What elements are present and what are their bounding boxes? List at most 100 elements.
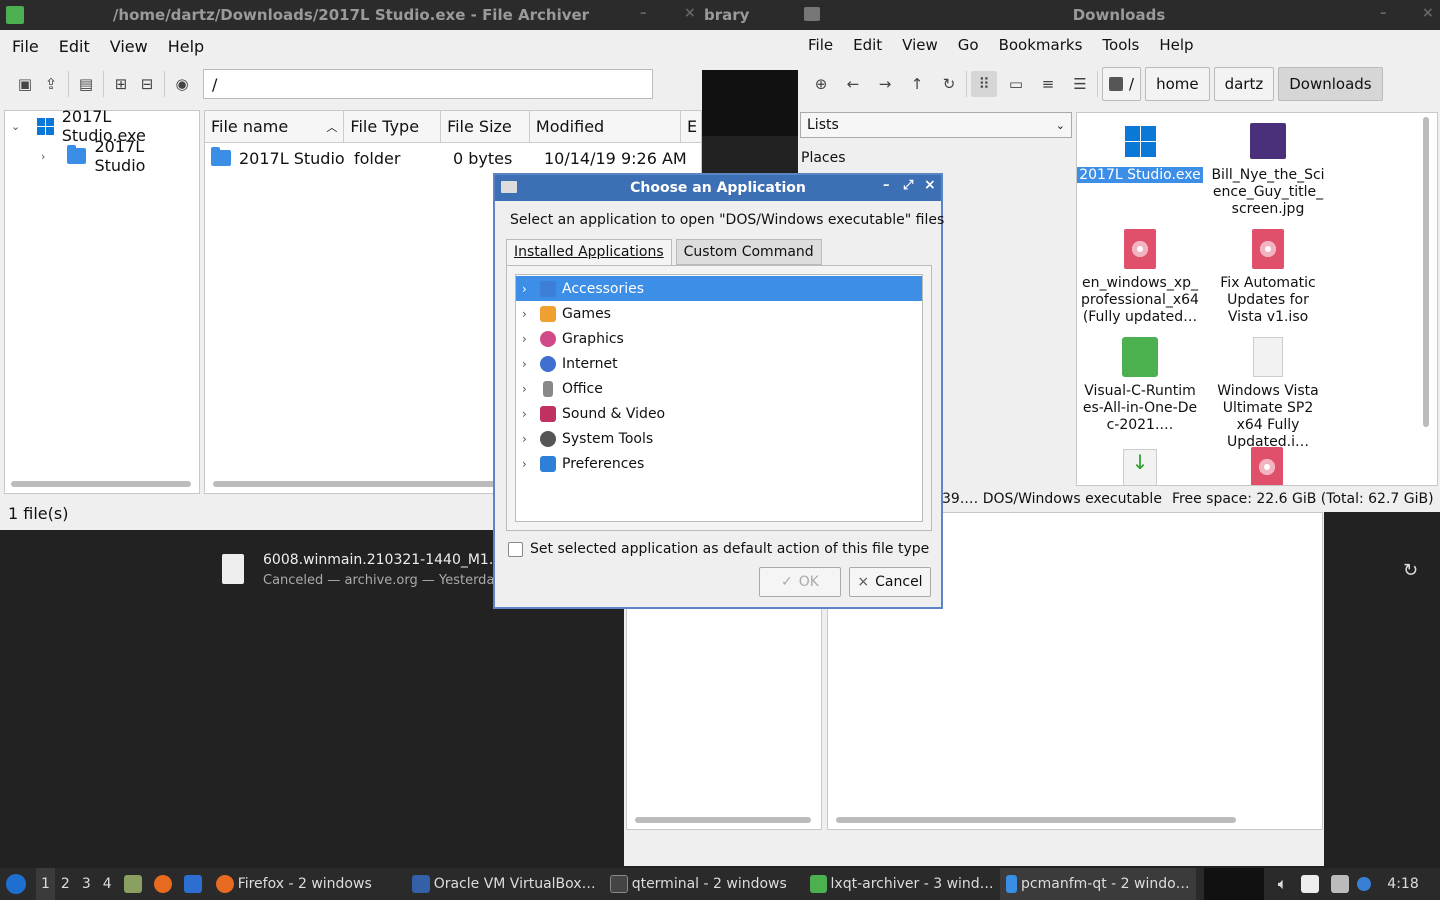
fm-titlebar[interactable]: Downloads – ×: [798, 0, 1440, 30]
ok-button[interactable]: ✓ OK: [759, 567, 841, 597]
icon-view-icon[interactable]: ⠿: [971, 71, 997, 97]
desktop-4[interactable]: 4: [97, 868, 118, 900]
refresh-icon[interactable]: ↻: [1403, 560, 1418, 581]
file-item[interactable]: Windows Vista Ultimate SP2 x64 Fully Upd…: [1205, 337, 1331, 451]
detailed-view-icon[interactable]: ☰: [1067, 71, 1093, 97]
places-label[interactable]: Places: [801, 150, 846, 166]
new-tab-icon[interactable]: ⊕: [808, 71, 834, 97]
menu-help[interactable]: Help: [1149, 36, 1203, 54]
col-modified[interactable]: Modified: [530, 111, 682, 142]
reload-icon[interactable]: ↻: [936, 71, 962, 97]
compact-view-icon[interactable]: ≡: [1035, 71, 1061, 97]
tree-item-system-tools[interactable]: › System Tools: [516, 426, 922, 451]
clock[interactable]: 4:18: [1387, 876, 1418, 892]
forward-icon[interactable]: →: [872, 71, 898, 97]
firefox-launcher-icon[interactable]: [153, 875, 172, 893]
disc-image-icon[interactable]: [1251, 447, 1283, 485]
default-action-checkbox-row[interactable]: Set selected application as default acti…: [508, 541, 929, 557]
path-input[interactable]: /: [203, 69, 653, 99]
close-icon[interactable]: ×: [924, 177, 936, 193]
task-qterminal[interactable]: qterminal - 2 windows: [604, 868, 804, 900]
breadcrumb-root[interactable]: /: [1102, 67, 1142, 101]
menu-file[interactable]: File: [2, 37, 49, 56]
archiver-titlebar[interactable]: /home/dartz/Downloads/2017L Studio.exe -…: [0, 0, 702, 30]
file-manager-launcher-icon[interactable]: [123, 875, 142, 893]
tree-item-preferences[interactable]: › Preferences: [516, 451, 922, 476]
dialog-titlebar[interactable]: Choose an Application – ⤢ ×: [495, 175, 941, 201]
minimize-icon[interactable]: –: [640, 6, 647, 21]
download-file-icon[interactable]: ↓: [1123, 449, 1157, 485]
maximize-icon[interactable]: ⤢: [903, 178, 913, 193]
menu-help[interactable]: Help: [158, 37, 214, 56]
task-lxqt-archiver[interactable]: lxqt-archiver - 3 wind…: [804, 868, 1000, 900]
desktop-launcher-icon[interactable]: [183, 875, 202, 893]
menu-edit[interactable]: Edit: [843, 36, 892, 54]
task-virtualbox[interactable]: Oracle VM VirtualBox…: [406, 868, 604, 900]
filelist-scrollbar[interactable]: [213, 481, 503, 487]
chevron-right-icon[interactable]: ›: [41, 150, 67, 163]
file-item[interactable]: Bill_Nye_the_Science_Guy_title_screen.jp…: [1205, 121, 1331, 218]
thumbnail-view-icon[interactable]: ▭: [1003, 71, 1029, 97]
breadcrumb-downloads[interactable]: Downloads: [1278, 67, 1383, 101]
scrollbar[interactable]: [635, 817, 811, 823]
download-name[interactable]: 6008.winmain.210321-1440_M1.is: [263, 552, 495, 568]
extract-icon[interactable]: ⇪: [38, 71, 64, 97]
close-icon[interactable]: ×: [1422, 5, 1434, 21]
minimize-icon[interactable]: –: [883, 178, 890, 193]
file-item[interactable]: Fix Automatic Updates for Vista v1.iso: [1205, 229, 1331, 326]
col-file-name[interactable]: File name ︿: [205, 111, 345, 142]
tree-scrollbar[interactable]: [11, 481, 191, 487]
scrollbar[interactable]: [836, 817, 1236, 823]
stop-icon[interactable]: ◉: [169, 71, 195, 97]
menu-file[interactable]: File: [798, 36, 843, 54]
file-item[interactable]: 2017L Studio.exe: [1077, 121, 1203, 184]
cancel-button[interactable]: × Cancel: [849, 567, 931, 597]
archive-icon[interactable]: ▤: [73, 71, 99, 97]
table-row[interactable]: 2017L Studio folder 0 bytes 10/14/19 9:2…: [205, 143, 701, 173]
menu-tools[interactable]: Tools: [1092, 36, 1149, 54]
add-files-icon[interactable]: ⊞: [108, 71, 134, 97]
tree-item-games[interactable]: › Games: [516, 301, 922, 326]
chevron-down-icon[interactable]: ⌄: [11, 120, 37, 133]
breadcrumb-home[interactable]: home: [1145, 67, 1210, 101]
col-file-type[interactable]: File Type: [344, 111, 442, 142]
col-file-size[interactable]: File Size: [441, 111, 530, 142]
add-folder-icon[interactable]: ⊟: [134, 71, 160, 97]
menu-bookmarks[interactable]: Bookmarks: [989, 36, 1093, 54]
tree-child[interactable]: › 2017L Studio: [5, 137, 199, 175]
desktop-2[interactable]: 2: [55, 868, 76, 900]
menu-go[interactable]: Go: [948, 36, 989, 54]
file-item[interactable]: Visual-C-Runtimes-All-in-One-Dec-2021.…: [1077, 337, 1203, 434]
breadcrumb-dartz[interactable]: dartz: [1213, 67, 1275, 101]
close-icon[interactable]: ×: [684, 5, 696, 21]
up-icon[interactable]: ↑: [904, 71, 930, 97]
tree-item-sound-video[interactable]: › Sound & Video: [516, 401, 922, 426]
back-icon[interactable]: ←: [840, 71, 866, 97]
task-pcmanfm-qt[interactable]: pcmanfm-qt - 2 windo…: [999, 868, 1196, 900]
menu-view[interactable]: View: [892, 36, 948, 54]
default-action-checkbox[interactable]: [508, 541, 523, 557]
tree-item-internet[interactable]: › Internet: [516, 351, 922, 376]
side-pane-select[interactable]: Lists ⌄: [800, 112, 1072, 138]
minimize-icon[interactable]: –: [1380, 6, 1387, 21]
tree-item-accessories[interactable]: › Accessories: [516, 276, 922, 301]
tab-custom-command[interactable]: Custom Command: [675, 239, 822, 265]
new-archive-icon[interactable]: ▣: [12, 71, 38, 97]
tree-item-graphics[interactable]: › Graphics: [516, 326, 922, 351]
clipboard-icon[interactable]: [1301, 875, 1320, 893]
volume-icon[interactable]: 🔈︎: [1278, 874, 1288, 894]
icon-view-scrollbar[interactable]: [1423, 117, 1429, 427]
task-firefox[interactable]: Firefox - 2 windows: [210, 868, 406, 900]
desktop-3[interactable]: 3: [76, 868, 97, 900]
other-window-title[interactable]: brary: [702, 0, 798, 30]
tree-item-office[interactable]: › Office: [516, 376, 922, 401]
col-extra[interactable]: E: [681, 111, 701, 142]
file-item[interactable]: en_windows_xp_professional_x64 (Fully up…: [1077, 229, 1203, 326]
start-menu-icon[interactable]: [6, 874, 26, 894]
desktop-1[interactable]: 1: [36, 868, 55, 900]
menu-edit[interactable]: Edit: [49, 37, 100, 56]
tab-installed-applications[interactable]: Installed Applications: [506, 239, 672, 265]
menu-view[interactable]: View: [100, 37, 158, 56]
update-notifier-icon[interactable]: [1357, 877, 1372, 891]
keyboard-icon[interactable]: [1331, 875, 1350, 893]
